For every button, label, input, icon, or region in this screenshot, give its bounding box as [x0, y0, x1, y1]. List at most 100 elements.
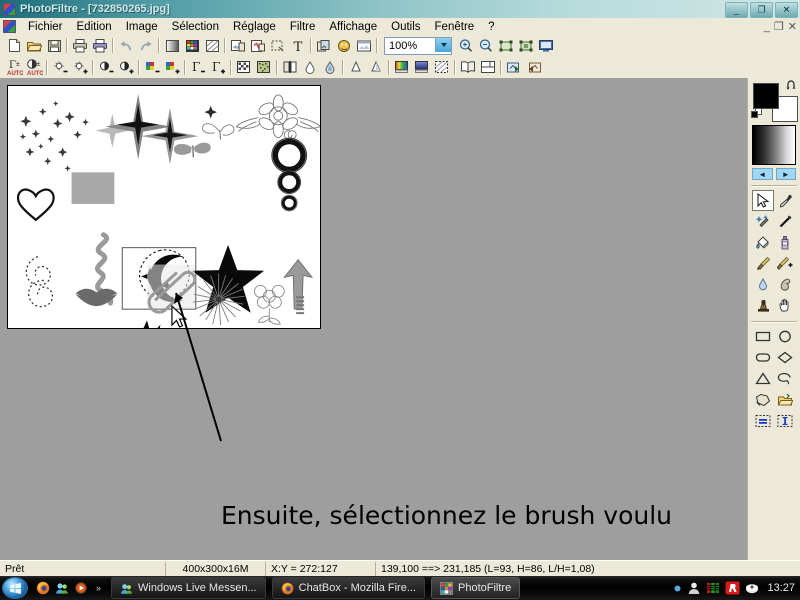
text-tool-icon[interactable]: T: [288, 36, 308, 55]
tool-waterdrop[interactable]: [752, 274, 774, 295]
taskbar-clock[interactable]: 13:27: [767, 582, 795, 594]
menu-filtre[interactable]: Filtre: [283, 19, 323, 35]
menu-reglage[interactable]: Réglage: [226, 19, 283, 35]
save-disk-icon[interactable]: [44, 36, 64, 55]
fit-image-icon[interactable]: [496, 36, 516, 55]
brightness-down-icon[interactable]: [50, 58, 70, 77]
mdi-close-button[interactable]: ✕: [788, 20, 797, 33]
selection-mode-horizontal[interactable]: [752, 410, 774, 431]
chevron-down-icon[interactable]: [435, 37, 451, 52]
tool-paint-bucket[interactable]: [752, 232, 774, 253]
shape-rectangle[interactable]: [752, 326, 774, 347]
export-icon[interactable]: [504, 58, 524, 77]
crop-icon[interactable]: [268, 36, 288, 55]
minimize-button[interactable]: _: [725, 2, 748, 18]
saturation-down-icon[interactable]: [142, 58, 162, 77]
auto-contrast-icon[interactable]: ± AUTO: [24, 58, 44, 77]
shape-rounded-rectangle[interactable]: [752, 347, 774, 368]
tool-stamp[interactable]: [752, 295, 774, 316]
zoom-out-icon[interactable]: [476, 36, 496, 55]
frame-icon[interactable]: [354, 36, 374, 55]
transparency-mask-icon[interactable]: [432, 58, 452, 77]
menu-selection[interactable]: Sélection: [165, 19, 226, 35]
print-preview-icon[interactable]: [90, 36, 110, 55]
antivirus-icon[interactable]: [725, 581, 740, 595]
shape-triangle[interactable]: [752, 368, 774, 389]
palette-next-button[interactable]: ►: [775, 168, 796, 180]
gamma-down-icon[interactable]: Γ: [188, 58, 208, 77]
tool-hand[interactable]: [774, 295, 796, 316]
layers-icon[interactable]: [314, 36, 334, 55]
default-colors-icon[interactable]: [751, 108, 762, 119]
user-icon[interactable]: [687, 581, 701, 595]
menu-edition[interactable]: Edition: [70, 19, 119, 35]
zoom-combo[interactable]: 100%: [384, 36, 452, 55]
tool-line[interactable]: [774, 211, 796, 232]
flip-icon[interactable]: [280, 58, 300, 77]
foreground-color-swatch[interactable]: [753, 83, 779, 109]
maximize-button[interactable]: ❐: [750, 2, 773, 18]
import-icon[interactable]: [524, 58, 544, 77]
menu-fenetre[interactable]: Fenêtre: [428, 19, 482, 35]
noise-icon[interactable]: [254, 58, 274, 77]
menu-image[interactable]: Image: [119, 19, 165, 35]
tool-spray[interactable]: [774, 232, 796, 253]
palette-prev-button[interactable]: ◄: [752, 168, 773, 180]
auto-levels-icon[interactable]: Γ ± AUTO: [4, 58, 24, 77]
dither-icon[interactable]: [234, 58, 254, 77]
menu-fichier[interactable]: Fichier: [21, 19, 70, 35]
redo-icon[interactable]: [136, 36, 156, 55]
image-copy-icon[interactable]: [228, 36, 248, 55]
shape-polygon[interactable]: [752, 389, 774, 410]
quicklaunch-overflow[interactable]: »: [96, 583, 101, 593]
color-palette-icon[interactable]: [182, 36, 202, 55]
menu-aide[interactable]: ?: [481, 19, 501, 35]
grayscale-icon[interactable]: [162, 36, 182, 55]
new-document-icon[interactable]: [4, 36, 24, 55]
taskbar-item-messenger[interactable]: Windows Live Messen...: [111, 577, 266, 599]
actual-size-icon[interactable]: [516, 36, 536, 55]
swap-colors-icon[interactable]: [786, 80, 798, 92]
effects-icon[interactable]: [334, 36, 354, 55]
print-icon[interactable]: [70, 36, 90, 55]
fullscreen-icon[interactable]: [536, 36, 556, 55]
tool-magic-wand[interactable]: [752, 211, 774, 232]
gradient-linear-icon[interactable]: [412, 58, 432, 77]
menu-outils[interactable]: Outils: [384, 19, 427, 35]
shape-ellipse[interactable]: [774, 326, 796, 347]
sharpen-icon[interactable]: [346, 58, 366, 77]
saturation-up-icon[interactable]: [162, 58, 182, 77]
gradient-icon[interactable]: [392, 58, 412, 77]
mdi-restore-button[interactable]: ❐: [774, 20, 784, 33]
messenger-icon[interactable]: [55, 581, 69, 595]
brush-sample-sheet[interactable]: [8, 86, 320, 328]
sharpen-more-icon[interactable]: [366, 58, 386, 77]
start-button[interactable]: [2, 577, 28, 599]
book-icon[interactable]: [458, 58, 478, 77]
taskbar-item-firefox[interactable]: ChatBox - Mozilla Fire...: [271, 577, 425, 599]
volume-icon[interactable]: [745, 581, 759, 595]
menu-affichage[interactable]: Affichage: [322, 19, 384, 35]
brightness-up-icon[interactable]: [70, 58, 90, 77]
selection-mode-vertical[interactable]: [774, 410, 796, 431]
shape-load-selection[interactable]: [774, 389, 796, 410]
media-player-icon[interactable]: [74, 581, 88, 595]
shape-diamond[interactable]: [774, 347, 796, 368]
close-button[interactable]: ✕: [775, 2, 798, 18]
firefox-icon[interactable]: [36, 581, 50, 595]
undo-icon[interactable]: [116, 36, 136, 55]
shape-lasso[interactable]: [774, 368, 796, 389]
gradient-preview[interactable]: [752, 125, 796, 165]
gamma-up-icon[interactable]: Γ: [208, 58, 228, 77]
tool-paintbrush[interactable]: [752, 253, 774, 274]
mdi-minimize-button[interactable]: _: [764, 21, 770, 33]
taskbar-item-photofiltre[interactable]: PhotoFiltre: [431, 577, 521, 599]
network-icon[interactable]: [673, 584, 682, 593]
blur-icon[interactable]: [300, 58, 320, 77]
tool-selection-arrow[interactable]: [752, 190, 774, 211]
contrast-up-icon[interactable]: [116, 58, 136, 77]
zoom-in-icon[interactable]: [456, 36, 476, 55]
split-icon[interactable]: [478, 58, 498, 77]
blur-more-icon[interactable]: [320, 58, 340, 77]
tool-eyedropper[interactable]: [774, 190, 796, 211]
